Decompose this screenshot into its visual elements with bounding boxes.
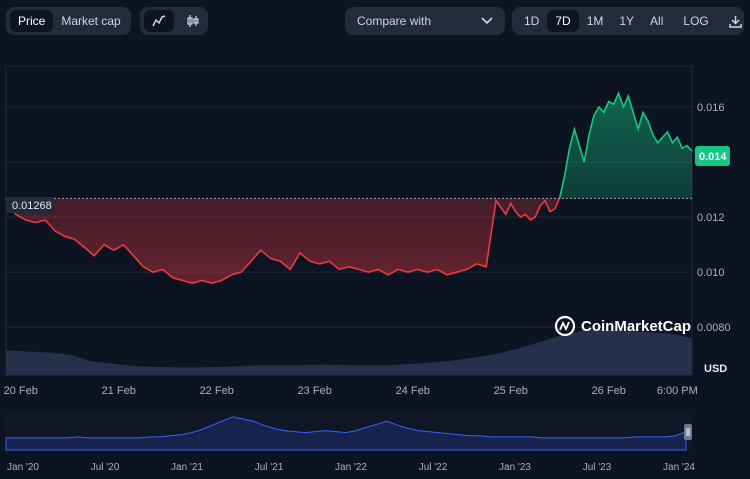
volume-shape [6, 330, 692, 375]
x-tick-label: 25 Feb [494, 385, 528, 397]
volume-area [6, 330, 692, 375]
x-tick-label: 6:00 PM [657, 385, 698, 397]
x-tick-label: 26 Feb [592, 385, 626, 397]
navigator-label: Jul '23 [583, 462, 612, 473]
navigator-label: Jan '20 [7, 462, 39, 473]
navigator[interactable]: Jan '20 Jul '20 Jan '21 Jul '21 Jan '22 Jul '… [5, 412, 695, 473]
navigator-label: Jul '22 [419, 462, 448, 473]
navigator-label: Jul '20 [91, 462, 120, 473]
price-chart[interactable]: 0.0160.0140.0120.0100.0080 20 Feb21 Feb2… [0, 0, 750, 479]
currency-label: USD [704, 363, 727, 375]
svg-text:0.014: 0.014 [699, 151, 727, 163]
y-tick-label: 0.0080 [697, 322, 731, 334]
navigator-label: Jan '23 [499, 462, 531, 473]
navigator-label: Jul '21 [255, 462, 284, 473]
x-tick-label: 22 Feb [200, 385, 234, 397]
coinmarketcap-logo [554, 315, 576, 337]
x-tick-label: 23 Feb [298, 385, 332, 397]
y-tick-label: 0.010 [697, 267, 725, 279]
navigator-label: Jan '21 [171, 462, 203, 473]
navigator-axis: Jan '20 Jul '20 Jan '21 Jul '21 Jan '22 Jul '… [7, 462, 695, 473]
baseline-label: 0.01268 [6, 197, 54, 213]
current-price-badge: 0.014 [695, 146, 730, 166]
navigator-label: Jan '24 [663, 462, 695, 473]
x-axis: 20 Feb 21 Feb 22 Feb 23 Feb 24 Feb 25 Feb 26 F… [4, 385, 698, 397]
range-handle-icon[interactable] [684, 424, 692, 440]
x-tick-label: 21 Feb [102, 385, 136, 397]
watermark-text: CoinMarketCap [581, 318, 691, 335]
y-tick-label: 0.016 [697, 102, 725, 114]
x-tick-label: 20 Feb [4, 385, 38, 397]
y-tick-label: 0.012 [697, 212, 725, 224]
svg-text:0.01268: 0.01268 [12, 200, 52, 212]
price-fill [6, 93, 692, 284]
navigator-label: Jan '22 [335, 462, 367, 473]
x-tick-label: 24 Feb [396, 385, 430, 397]
y-axis: 0.016 0.014 0.012 0.010 0.0080 [697, 102, 731, 334]
